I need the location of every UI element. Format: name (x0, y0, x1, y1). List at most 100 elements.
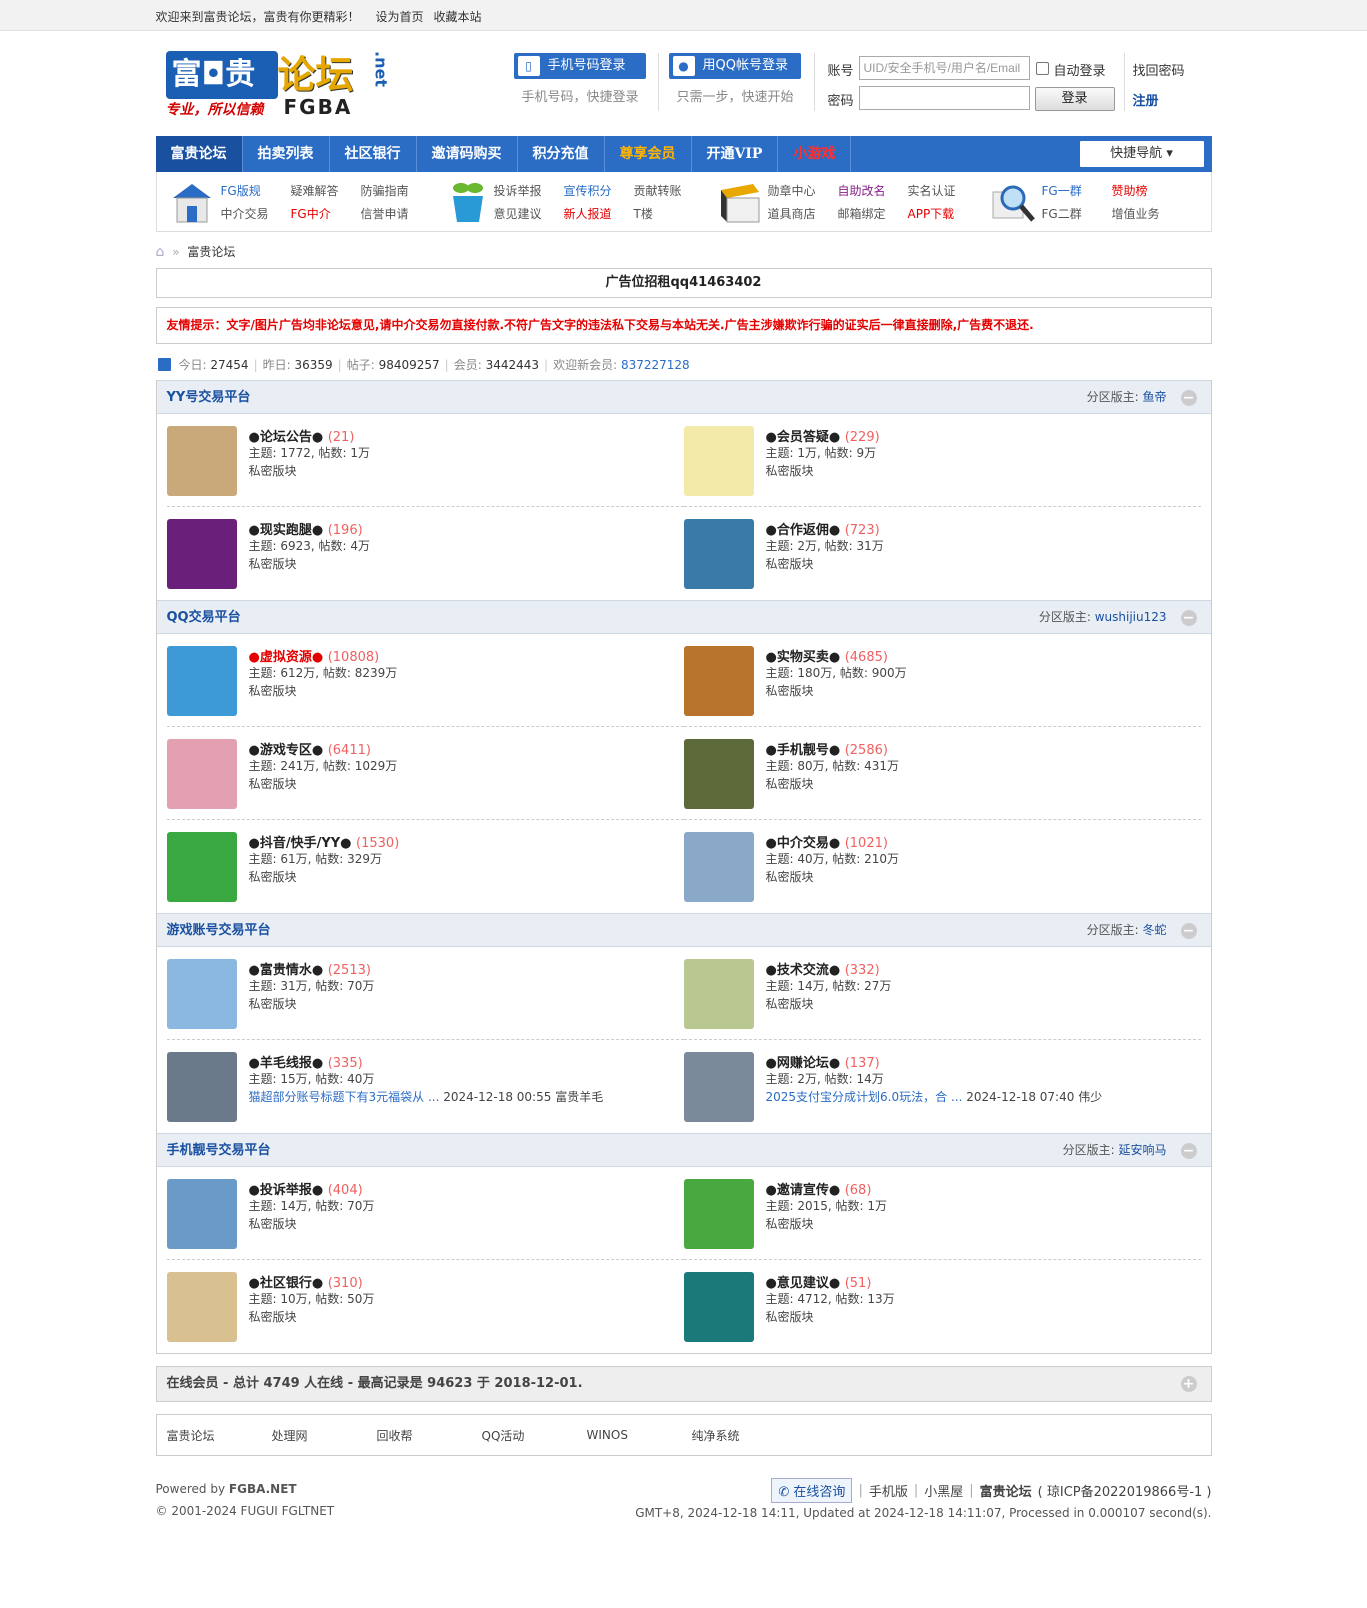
forum-name[interactable]: ●抖音/快手/YY● (1530) (249, 832, 400, 851)
forum-thumbnail[interactable] (683, 739, 754, 809)
section-title[interactable]: YY号交易平台 (167, 390, 251, 405)
forum-thumbnail[interactable] (683, 646, 754, 716)
forum-title[interactable]: ●羊毛线报● (249, 1056, 324, 1071)
friend-link[interactable]: 处理网 (272, 1427, 377, 1444)
auto-login-checkbox[interactable] (1035, 62, 1049, 75)
sub-link[interactable]: 勋章中心 (768, 182, 816, 199)
forum-title[interactable]: ●中介交易● (766, 836, 841, 851)
newest-member-link[interactable]: 837227128 (621, 358, 690, 372)
phone-login-button[interactable]: ▯ 手机号码登录 (513, 53, 646, 79)
forum-name[interactable]: ●实物买卖● (4685) (766, 646, 888, 665)
forum-title[interactable]: ●网赚论坛● (766, 1056, 841, 1071)
last-post-user[interactable]: 富贵羊毛 (555, 1090, 603, 1104)
login-button[interactable]: 登录 (1034, 87, 1115, 111)
forum-thumbnail[interactable] (166, 426, 237, 496)
forum-name[interactable]: ●网赚论坛● (137) (766, 1052, 880, 1071)
sub-link[interactable]: FG版规 (221, 182, 261, 199)
moderator-link[interactable]: 冬蛇 (1142, 923, 1166, 937)
forum-title[interactable]: ●富贵情水● (249, 963, 324, 978)
forum-title[interactable]: ●合作返佣● (766, 523, 841, 538)
sub-link[interactable]: 增值业务 (1112, 205, 1160, 222)
forum-name[interactable]: ●富贵情水● (2513) (249, 959, 371, 978)
forum-name[interactable]: ●论坛公告● (21) (249, 426, 355, 445)
sub-link[interactable]: 新人报道 (564, 205, 612, 222)
section-title[interactable]: 手机靓号交易平台 (167, 1143, 271, 1158)
sub-link[interactable]: T楼 (634, 205, 653, 222)
section-header[interactable]: YY号交易平台 分区版主: 鱼帝 − (156, 380, 1211, 414)
forum-thumbnail[interactable] (166, 519, 237, 589)
nav-item-recharge[interactable]: 积分充值 (518, 136, 605, 172)
ad-banner[interactable]: 广告位招租qq41463402 (155, 268, 1212, 298)
forum-title[interactable]: ●邀请宣传● (766, 1183, 841, 1198)
forum-name[interactable]: ●羊毛线报● (335) (249, 1052, 363, 1071)
sub-link[interactable]: APP下载 (908, 205, 955, 222)
forum-title[interactable]: ●技术交流● (766, 963, 841, 978)
qq-login-button[interactable]: ● 用QQ帐号登录 (668, 53, 801, 79)
last-post-user[interactable]: 伟少 (1078, 1090, 1102, 1104)
forum-thumbnail[interactable] (166, 832, 237, 902)
forum-name[interactable]: ●社区银行● (310) (249, 1272, 363, 1291)
powered-brand[interactable]: FGBA.NET (229, 1482, 297, 1496)
icp-text[interactable]: ( 琼ICP备2022019866号-1 ) (1038, 1481, 1212, 1500)
moderator-link[interactable]: wushijiu123 (1095, 610, 1167, 624)
forum-thumbnail[interactable] (683, 1179, 754, 1249)
forum-thumbnail[interactable] (683, 426, 754, 496)
forum-thumbnail[interactable] (166, 1272, 237, 1342)
blackhouse-link[interactable]: 小黑屋 (924, 1481, 963, 1500)
nav-item-invite[interactable]: 邀请码购买 (417, 136, 518, 172)
forum-title[interactable]: ●现实跑腿● (249, 523, 324, 538)
friend-link[interactable]: QQ活动 (482, 1427, 587, 1444)
friend-link[interactable]: 回收帮 (377, 1427, 482, 1444)
moderator-link[interactable]: 鱼帝 (1142, 390, 1166, 404)
forum-title[interactable]: ●实物买卖● (766, 650, 841, 665)
forum-thumbnail[interactable] (166, 959, 237, 1029)
section-title[interactable]: QQ交易平台 (167, 610, 241, 625)
forum-thumbnail[interactable] (683, 1272, 754, 1342)
forum-name[interactable]: ●手机靓号● (2586) (766, 739, 888, 758)
forum-title[interactable]: ●抖音/快手/YY● (249, 836, 352, 851)
breadcrumb-current[interactable]: 富贵论坛 (187, 245, 235, 259)
forum-name[interactable]: ●会员答疑● (229) (766, 426, 880, 445)
forum-thumbnail[interactable] (166, 646, 237, 716)
sub-link[interactable]: 投诉举报 (494, 182, 542, 199)
bookmark-link[interactable]: 收藏本站 (434, 8, 482, 25)
section-header[interactable]: QQ交易平台 分区版主: wushijiu123 − (156, 600, 1211, 634)
forum-thumbnail[interactable] (683, 832, 754, 902)
forum-thumbnail[interactable] (683, 1052, 754, 1122)
collapse-icon[interactable]: − (1180, 610, 1197, 626)
forum-title[interactable]: ●游戏专区● (249, 743, 324, 758)
collapse-icon[interactable]: − (1180, 923, 1197, 939)
sub-link[interactable]: 中介交易 (221, 205, 269, 222)
sub-link[interactable]: 实名认证 (908, 182, 956, 199)
forum-name[interactable]: ●意见建议● (51) (766, 1272, 872, 1291)
account-input[interactable]: UID/安全手机号/用户名/Email (858, 56, 1030, 80)
forgot-password-link[interactable]: 找回密码 (1133, 60, 1185, 79)
forum-name[interactable]: ●投诉举报● (404) (249, 1179, 363, 1198)
collapse-icon[interactable]: − (1180, 1143, 1197, 1159)
register-link[interactable]: 注册 (1133, 90, 1159, 109)
friend-link[interactable]: 纯净系统 (692, 1427, 797, 1444)
forum-thumbnail[interactable] (166, 1052, 237, 1122)
sub-link[interactable]: 邮箱绑定 (838, 205, 886, 222)
forum-title[interactable]: ●意见建议● (766, 1276, 841, 1291)
section-title[interactable]: 游戏账号交易平台 (167, 923, 271, 938)
quick-nav-dropdown[interactable]: 快捷导航 ▾ (1079, 141, 1204, 167)
site-logo[interactable]: 富◘贵 论坛 专业，所以信赖 FGBA .net (165, 51, 394, 123)
forum-name[interactable]: ●现实跑腿● (196) (249, 519, 363, 538)
mobile-link[interactable]: 手机版 (869, 1481, 908, 1500)
sub-link[interactable]: 贡献转账 (634, 182, 682, 199)
collapse-icon[interactable]: − (1180, 390, 1197, 406)
forum-name[interactable]: ●中介交易● (1021) (766, 832, 888, 851)
last-post-link[interactable]: 猫超部分账号标题下有3元福袋从 ... (249, 1090, 440, 1104)
sub-link[interactable]: 信誉申请 (361, 205, 409, 222)
forum-title[interactable]: ●虚拟资源● (249, 650, 324, 665)
forum-title[interactable]: ●论坛公告● (249, 430, 324, 445)
nav-item-game[interactable]: 小游戏 (778, 136, 852, 172)
nav-item-forum[interactable]: 富贵论坛 (155, 136, 243, 172)
consult-button[interactable]: ✆ 在线咨询 (771, 1478, 853, 1503)
sub-link[interactable]: FG二群 (1042, 205, 1082, 222)
forum-title[interactable]: ●会员答疑● (766, 430, 841, 445)
forum-title[interactable]: ●投诉举报● (249, 1183, 324, 1198)
nav-item-bank[interactable]: 社区银行 (330, 136, 417, 172)
forum-name[interactable]: ●邀请宣传● (68) (766, 1179, 872, 1198)
